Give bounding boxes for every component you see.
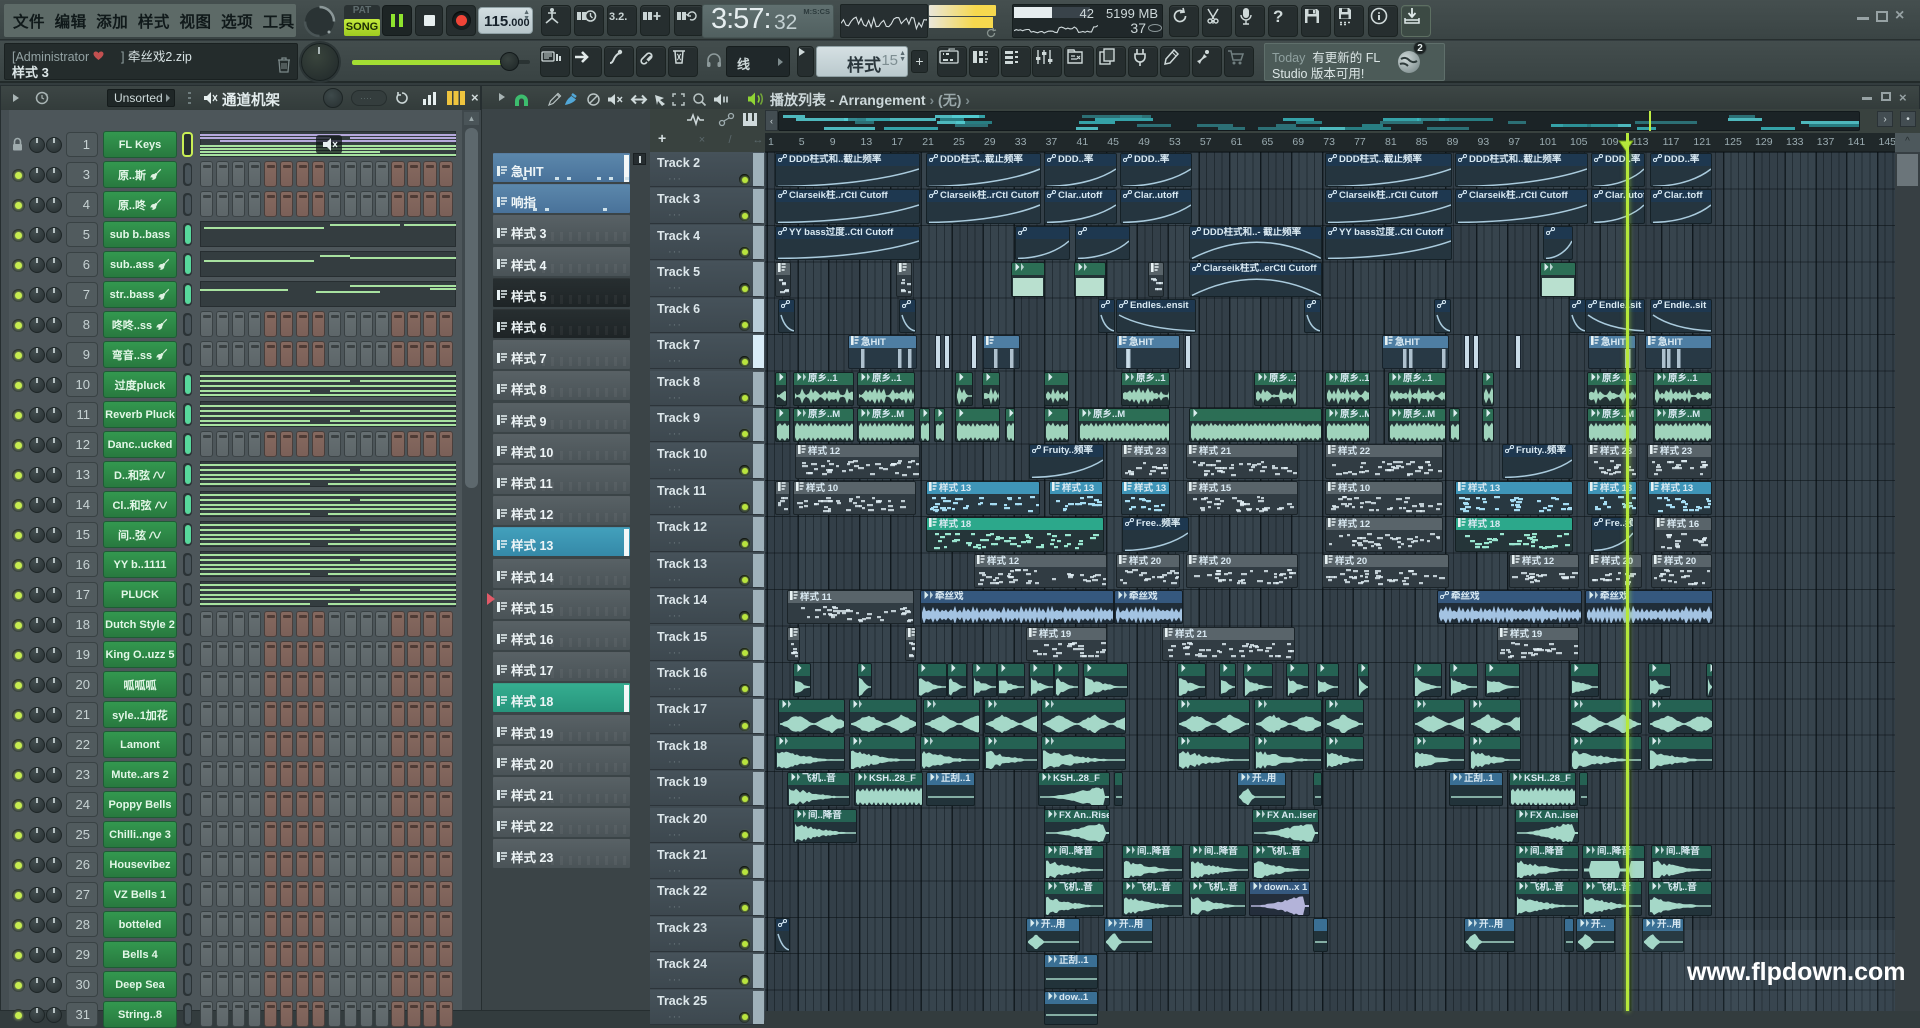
svg-text:3.2.: 3.2. <box>609 11 627 23</box>
svg-text:?: ? <box>1273 7 1283 26</box>
